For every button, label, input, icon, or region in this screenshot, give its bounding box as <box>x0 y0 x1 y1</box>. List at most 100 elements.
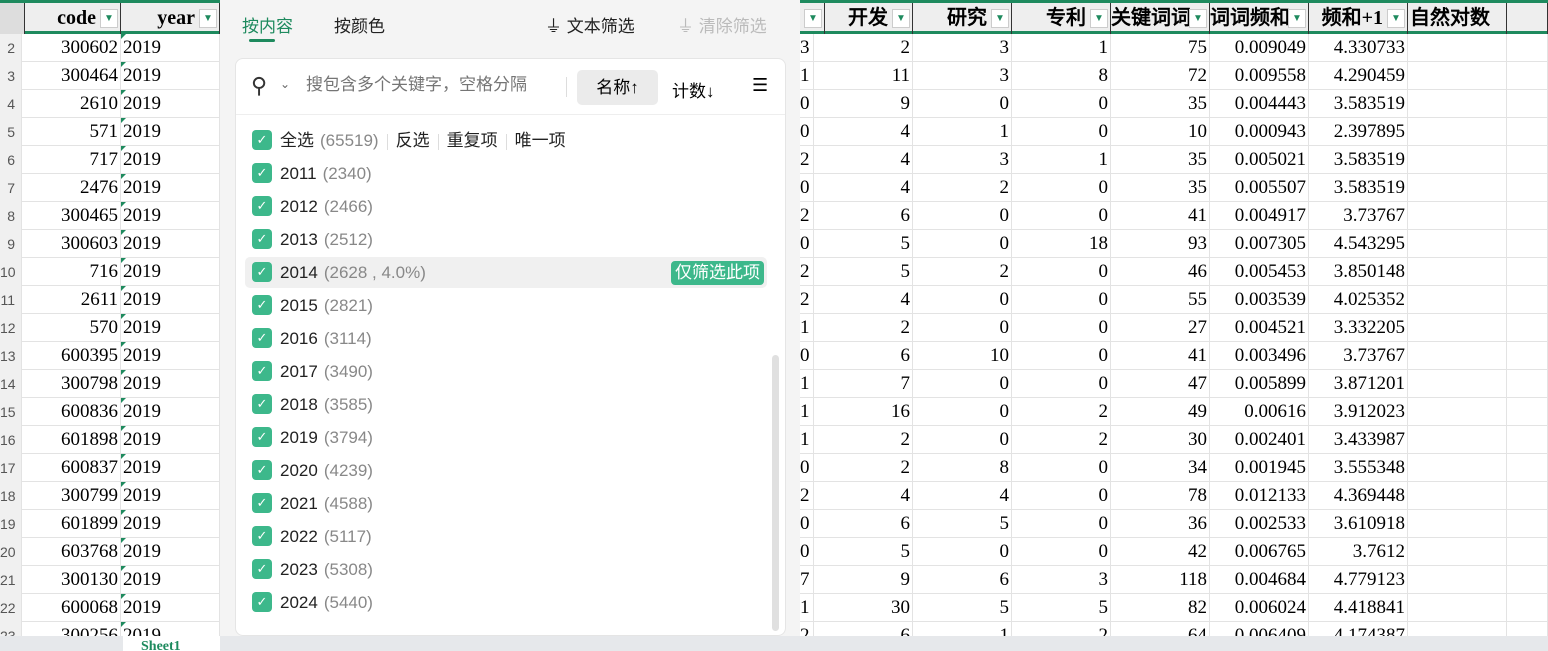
cell[interactable] <box>1408 286 1507 314</box>
cell-year[interactable]: 2019 <box>121 90 220 118</box>
cell[interactable]: 35 <box>1111 90 1210 118</box>
cell-year[interactable]: 2019 <box>121 286 220 314</box>
cell[interactable]: 0 <box>1012 510 1111 538</box>
filter-item[interactable]: ✓ 2012 (2466) <box>245 191 767 222</box>
cell[interactable] <box>1408 174 1507 202</box>
cell[interactable]: 1 <box>913 118 1012 146</box>
cell-code[interactable]: 600837 <box>22 454 121 482</box>
filter-dropdown-icon[interactable]: ▼ <box>892 9 910 28</box>
cell[interactable]: 1 <box>800 426 814 454</box>
cell[interactable]: 0 <box>1012 370 1111 398</box>
cell-year[interactable]: 2019 <box>121 454 220 482</box>
checkbox-checked-icon[interactable]: ✓ <box>252 427 272 447</box>
cell-year[interactable]: 2019 <box>121 146 220 174</box>
cell[interactable]: 2 <box>814 454 913 482</box>
column-header[interactable]: 关键词词 ▼ <box>1111 3 1210 34</box>
cell-year[interactable]: 2019 <box>121 426 220 454</box>
cell[interactable] <box>1507 230 1548 258</box>
cell[interactable] <box>1408 258 1507 286</box>
cell[interactable]: 0.007305 <box>1210 230 1309 258</box>
cell-code[interactable]: 300464 <box>22 62 121 90</box>
cell[interactable] <box>1408 510 1507 538</box>
cell[interactable]: 3.73767 <box>1309 202 1408 230</box>
filter-dropdown-icon[interactable]: ▼ <box>1288 9 1306 28</box>
row-number[interactable]: 14 <box>0 370 22 398</box>
cell[interactable]: 2 <box>1012 398 1111 426</box>
filter-dropdown-icon[interactable]: ▼ <box>1387 9 1405 28</box>
cell[interactable]: 0 <box>913 398 1012 426</box>
cell[interactable]: 0.005507 <box>1210 174 1309 202</box>
cell[interactable]: 2 <box>800 286 814 314</box>
cell[interactable]: 3.610918 <box>1309 510 1408 538</box>
cell-year[interactable]: 2019 <box>121 34 220 62</box>
cell[interactable] <box>1507 202 1548 230</box>
cell[interactable]: 4.290459 <box>1309 62 1408 90</box>
unique-button[interactable]: 唯一项 <box>515 131 566 150</box>
sort-by-count-button[interactable]: 计数↓ <box>672 77 715 102</box>
cell[interactable]: 30 <box>814 594 913 622</box>
cell[interactable]: 3.583519 <box>1309 146 1408 174</box>
cell[interactable]: 35 <box>1111 146 1210 174</box>
cell[interactable]: 0.006024 <box>1210 594 1309 622</box>
filter-item[interactable]: ✓ 2019 (3794) <box>245 422 767 453</box>
column-header[interactable]: 专利 ▼ <box>1012 3 1111 34</box>
row-number[interactable]: 3 <box>0 62 22 90</box>
cell-code[interactable]: 300602 <box>22 34 121 62</box>
cell[interactable]: 0 <box>1012 482 1111 510</box>
filter-dropdown-icon[interactable]: ▼ <box>1090 9 1108 28</box>
filter-item[interactable]: ✓ 2024 (5440) <box>245 587 767 618</box>
cell[interactable]: 6 <box>814 510 913 538</box>
cell[interactable]: 49 <box>1111 398 1210 426</box>
cell[interactable]: 0 <box>800 538 814 566</box>
cell[interactable]: 0 <box>800 118 814 146</box>
cell[interactable]: 18 <box>1012 230 1111 258</box>
cell[interactable]: 3 <box>1012 566 1111 594</box>
cell-code[interactable]: 571 <box>22 118 121 146</box>
cell[interactable]: 0 <box>1012 174 1111 202</box>
cell-code[interactable]: 300799 <box>22 482 121 510</box>
column-header[interactable]: 开发 ▼ <box>814 3 913 34</box>
cell[interactable] <box>1408 314 1507 342</box>
cell[interactable]: 3.332205 <box>1309 314 1408 342</box>
cell[interactable]: 2 <box>800 482 814 510</box>
cell[interactable] <box>1408 538 1507 566</box>
cell[interactable]: 1 <box>913 622 1012 636</box>
only-this-button[interactable]: 仅筛选此项 <box>671 261 764 285</box>
filter-item[interactable]: ✓ 2020 (4239) <box>245 455 767 486</box>
cell-year[interactable]: 2019 <box>121 174 220 202</box>
cell-code[interactable]: 300798 <box>22 370 121 398</box>
cell-year[interactable]: 2019 <box>121 538 220 566</box>
cell[interactable]: 55 <box>1111 286 1210 314</box>
cell[interactable]: 0 <box>1012 118 1111 146</box>
cell[interactable]: 8 <box>1012 62 1111 90</box>
cell[interactable]: 0 <box>913 202 1012 230</box>
cell[interactable]: 0 <box>800 174 814 202</box>
cell[interactable] <box>1507 258 1548 286</box>
cell[interactable]: 1 <box>800 62 814 90</box>
cell[interactable]: 7 <box>814 370 913 398</box>
row-number[interactable]: 6 <box>0 146 22 174</box>
cell-code[interactable]: 601899 <box>22 510 121 538</box>
cell[interactable]: 0 <box>800 454 814 482</box>
cell[interactable]: 0.009558 <box>1210 62 1309 90</box>
cell[interactable]: 64 <box>1111 622 1210 636</box>
cell[interactable] <box>1408 230 1507 258</box>
cell[interactable] <box>1408 62 1507 90</box>
cell[interactable]: 3 <box>913 34 1012 62</box>
cell[interactable]: 0 <box>913 90 1012 118</box>
cell[interactable] <box>1507 510 1548 538</box>
cell[interactable]: 3.7612 <box>1309 538 1408 566</box>
checkbox-checked-icon[interactable]: ✓ <box>252 559 272 579</box>
checkbox-checked-icon[interactable]: ✓ <box>252 328 272 348</box>
checkbox-checked-icon[interactable]: ✓ <box>252 229 272 249</box>
cell[interactable]: 1 <box>800 314 814 342</box>
select-all-label[interactable]: 全选 <box>280 131 314 150</box>
cell[interactable]: 0 <box>913 314 1012 342</box>
cell-year[interactable]: 2019 <box>121 398 220 426</box>
sheet-tab[interactable]: Sheet1 <box>123 636 220 651</box>
cell-year[interactable]: 2019 <box>121 370 220 398</box>
cell[interactable] <box>1507 594 1548 622</box>
cell[interactable]: 4 <box>814 482 913 510</box>
cell[interactable]: 3.555348 <box>1309 454 1408 482</box>
checkbox-checked-icon[interactable]: ✓ <box>252 394 272 414</box>
